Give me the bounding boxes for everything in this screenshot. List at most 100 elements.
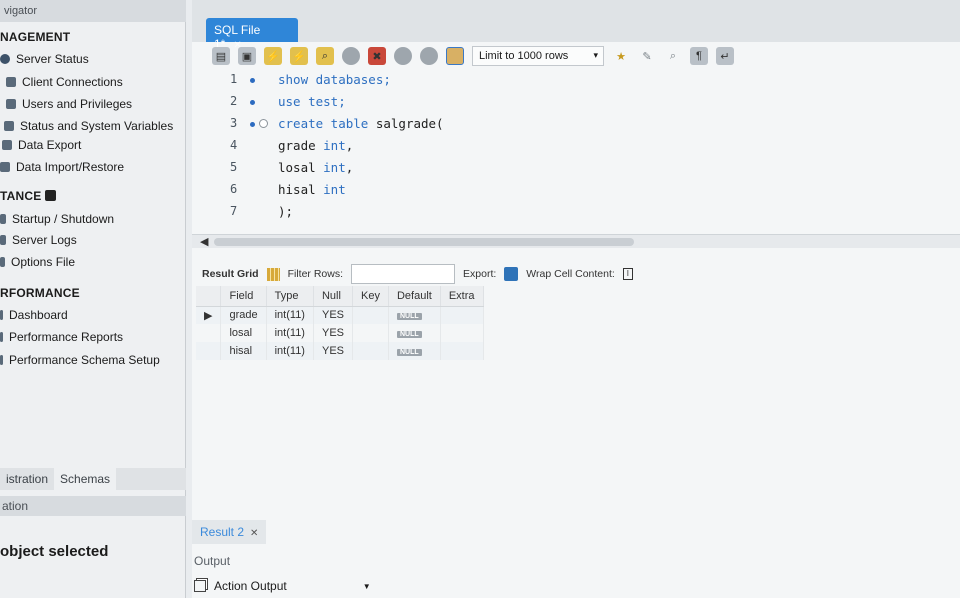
- wrap-cell-icon[interactable]: I: [622, 268, 633, 280]
- table-row[interactable]: losal int(11) YES NULL: [196, 324, 484, 342]
- null-badge: NULL: [396, 331, 422, 338]
- filter-rows-input[interactable]: [351, 264, 456, 284]
- code-line[interactable]: );: [278, 204, 293, 219]
- nav-item-server-logs[interactable]: Server Logs: [0, 233, 77, 247]
- import-icon: [0, 162, 10, 172]
- tab-result-2[interactable]: Result 2 ✕: [192, 520, 267, 544]
- table-row[interactable]: ▶ grade int(11) YES NULL: [196, 306, 484, 324]
- copy-icon[interactable]: [194, 580, 206, 592]
- nav-item-dashboard[interactable]: Dashboard: [0, 308, 68, 322]
- cell-extra[interactable]: [440, 306, 484, 324]
- cell-null[interactable]: YES: [313, 306, 354, 324]
- section-instance: TANCE: [0, 189, 56, 203]
- nav-item-status-variables[interactable]: Status and System Variables: [4, 119, 173, 133]
- tab-schemas[interactable]: Schemas: [54, 468, 117, 490]
- column-header[interactable]: Field: [220, 286, 267, 307]
- code-line[interactable]: use test;: [278, 94, 346, 109]
- column-header[interactable]: Null: [313, 286, 354, 307]
- nav-item-data-export[interactable]: Data Export: [2, 138, 81, 152]
- column-header[interactable]: Key: [352, 286, 389, 307]
- nav-item-data-import[interactable]: Data Import/Restore: [0, 160, 124, 174]
- cell-type[interactable]: int(11): [266, 342, 314, 360]
- cell-key[interactable]: [352, 306, 389, 324]
- reports-icon: [0, 332, 3, 342]
- result-grid: Field Type Null Key Default Extra ▶ grad…: [196, 286, 484, 360]
- statement-marker-icon: [250, 122, 255, 127]
- table-row[interactable]: hisal int(11) YES NULL: [196, 342, 484, 360]
- column-header[interactable]: Type: [266, 286, 314, 307]
- close-icon[interactable]: ✕: [250, 528, 258, 539]
- code-line[interactable]: losal int,: [278, 160, 353, 175]
- cell-default[interactable]: NULL: [388, 342, 441, 360]
- invisible-chars-icon[interactable]: ¶: [690, 47, 708, 65]
- cell-type[interactable]: int(11): [266, 306, 314, 324]
- nav-item-server-status[interactable]: Server Status: [0, 52, 89, 66]
- rollback-icon[interactable]: [420, 47, 438, 65]
- column-header[interactable]: Default: [388, 286, 441, 307]
- nav-item-startup-shutdown[interactable]: Startup / Shutdown: [0, 212, 114, 226]
- sql-toolbar: ▤ ▣ ⚡ ⚡ ⌕ ✖ Limit to 1000 rows ▾ ★ ✎ ⌕ ¶ …: [212, 42, 960, 70]
- cell-default[interactable]: NULL: [388, 324, 441, 342]
- nav-item-performance-reports[interactable]: Performance Reports: [0, 330, 123, 344]
- sql-text: ,: [345, 160, 354, 175]
- save-icon[interactable]: ▣: [238, 47, 256, 65]
- section-management: NAGEMENT: [0, 30, 71, 44]
- line-number: 2: [230, 94, 238, 108]
- explain-icon[interactable]: ⌕: [316, 47, 334, 65]
- wrap-lines-icon[interactable]: ↵: [716, 47, 734, 65]
- editor-horizontal-scrollbar[interactable]: ◀: [192, 234, 960, 248]
- result-header-row: Field Type Null Key Default Extra: [196, 286, 484, 307]
- open-file-icon[interactable]: ▤: [212, 47, 230, 65]
- cell-type[interactable]: int(11): [266, 324, 314, 342]
- cell-null[interactable]: YES: [313, 342, 354, 360]
- cell-key[interactable]: [352, 342, 389, 360]
- users-icon: [6, 99, 16, 109]
- cell-extra[interactable]: [440, 324, 484, 342]
- fold-toggle-icon[interactable]: [259, 119, 268, 128]
- nav-item-users-privileges[interactable]: Users and Privileges: [6, 97, 132, 111]
- cell-extra[interactable]: [440, 342, 484, 360]
- bookmark-star-icon[interactable]: ★: [612, 47, 630, 65]
- editor-tabbar: SQL File 1* ✕: [192, 0, 960, 51]
- cell-null[interactable]: YES: [313, 324, 354, 342]
- export-icon[interactable]: [504, 267, 519, 281]
- autocommit-icon[interactable]: [446, 47, 464, 65]
- cell-field[interactable]: grade: [220, 306, 267, 324]
- tab-administration[interactable]: istration: [0, 468, 54, 490]
- logs-icon: [0, 235, 6, 245]
- find-icon[interactable]: ⌕: [664, 47, 682, 65]
- scroll-left-icon[interactable]: ◀: [200, 235, 208, 248]
- filter-rows-label: Filter Rows:: [287, 268, 344, 280]
- no-object-selected: object selected: [0, 543, 109, 560]
- cell-field[interactable]: losal: [220, 324, 267, 342]
- grid-icon[interactable]: [266, 267, 280, 281]
- result-grid-label[interactable]: Result Grid: [202, 268, 259, 280]
- stop-icon[interactable]: [342, 47, 360, 65]
- nav-item-options-file[interactable]: Options File: [0, 255, 75, 269]
- code-line[interactable]: show databases;: [278, 72, 391, 87]
- code-line[interactable]: grade int,: [278, 138, 353, 153]
- chevron-down-icon[interactable]: ▼: [363, 582, 371, 591]
- sql-text: grade: [278, 138, 324, 153]
- wrap-cell-label: Wrap Cell Content:: [526, 268, 615, 280]
- cell-default[interactable]: NULL: [388, 306, 441, 324]
- scrollbar-thumb[interactable]: [214, 238, 634, 246]
- limit-rows-select[interactable]: Limit to 1000 rows ▾: [472, 46, 604, 66]
- nav-item-schema-setup[interactable]: Performance Schema Setup: [0, 353, 160, 367]
- output-type-select[interactable]: Action Output: [214, 579, 287, 593]
- execute-icon[interactable]: ⚡: [264, 47, 282, 65]
- commit-icon[interactable]: [394, 47, 412, 65]
- output-bar: Action Output ▼: [192, 574, 960, 598]
- column-header[interactable]: Extra: [440, 286, 484, 307]
- code-line[interactable]: create table salgrade(: [278, 116, 444, 131]
- cell-field[interactable]: hisal: [220, 342, 267, 360]
- nav-item-client-connections[interactable]: Client Connections: [6, 75, 123, 89]
- tab-sql-file[interactable]: SQL File 1* ✕: [206, 18, 298, 51]
- sql-keyword: create table: [278, 116, 369, 131]
- section-performance: RFORMANCE: [0, 286, 80, 300]
- beautify-icon[interactable]: ✎: [638, 47, 656, 65]
- toggle-error-icon[interactable]: ✖: [368, 47, 386, 65]
- cell-key[interactable]: [352, 324, 389, 342]
- code-line[interactable]: hisal int: [278, 182, 346, 197]
- execute-current-icon[interactable]: ⚡: [290, 47, 308, 65]
